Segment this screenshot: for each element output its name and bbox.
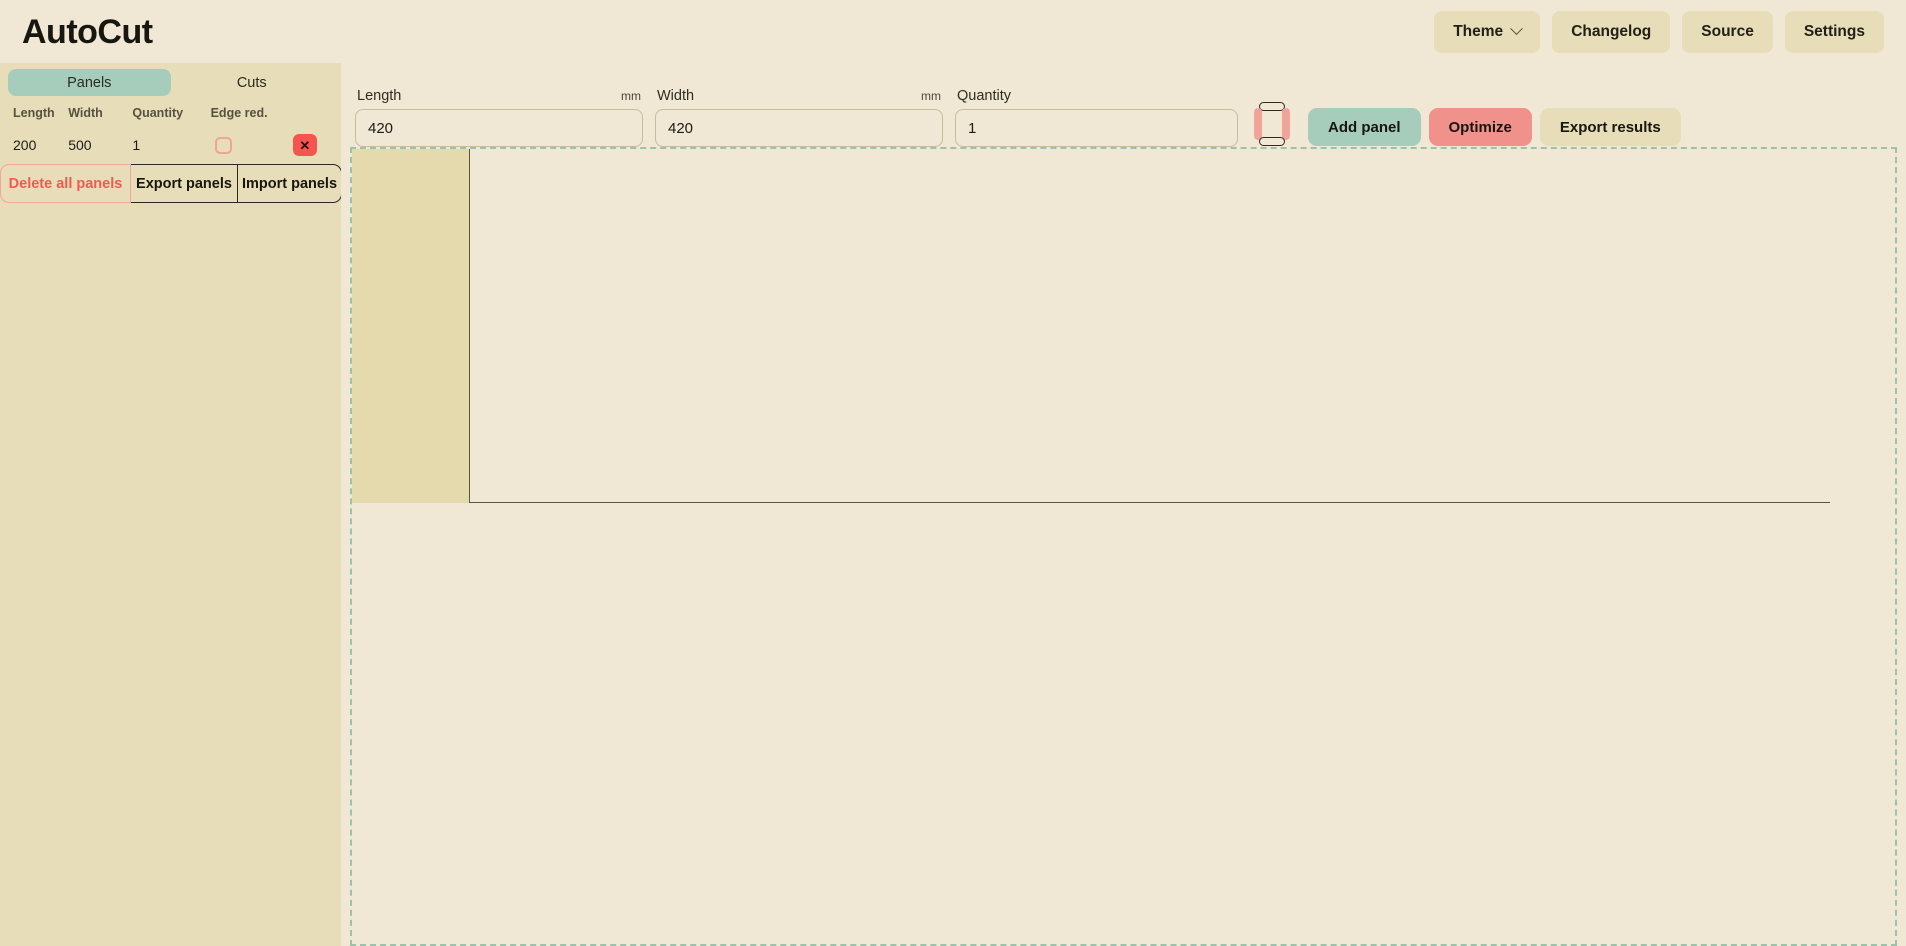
edge-banding-bottom-bar[interactable] (1259, 137, 1285, 146)
export-panels-button[interactable]: Export panels (131, 164, 238, 203)
cell-edge-reduction (211, 126, 283, 164)
table-row: 200 500 1 ✕ (0, 126, 341, 164)
cell-delete: ✕ (283, 126, 341, 164)
cell-length: 200 (13, 137, 37, 153)
chevron-down-icon (1510, 22, 1524, 36)
app-title: AutoCut (22, 12, 153, 51)
panels-table-header-row: Length Width Quantity Edge red. (0, 100, 341, 126)
field-length-label-row: Length mm (355, 88, 643, 109)
header-nav: Theme Changelog Source Settings (1434, 10, 1884, 53)
optimize-button[interactable]: Optimize (1428, 108, 1532, 146)
delete-all-panels-button[interactable]: Delete all panels (0, 164, 131, 203)
app-header: AutoCut Theme Changelog Source Settings (0, 0, 1906, 63)
nav-source-label: Source (1701, 22, 1754, 40)
panels-table-head: Length Width Quantity Edge red. (0, 100, 341, 126)
tab-cuts[interactable]: Cuts (171, 69, 334, 96)
cell-quantity: 1 (132, 137, 141, 153)
sidebar-actions: Delete all panels Export panels Import p… (0, 164, 342, 203)
unit-length: mm (621, 89, 641, 103)
nav-source-button[interactable]: Source (1682, 10, 1773, 53)
label-length: Length (357, 88, 402, 104)
panels-table-body: 200 500 1 ✕ (0, 126, 341, 164)
width-input[interactable] (655, 109, 943, 147)
column-header-edge-reduction: Edge red. (210, 106, 268, 120)
sidebar-tabs: Panels Cuts (0, 63, 341, 100)
edge-banding-top-bar[interactable] (1259, 102, 1285, 111)
label-quantity: Quantity (957, 88, 1011, 104)
nav-changelog-label: Changelog (1571, 22, 1652, 40)
field-length: Length mm (349, 88, 649, 147)
column-header-width: Width (68, 106, 103, 120)
sheet-0 (352, 149, 1830, 503)
edge-banding-left-bar[interactable] (1254, 108, 1262, 140)
sidebar: Panels Cuts Length Width Quantity Edge r… (0, 63, 342, 946)
column-header-quantity: Quantity (132, 106, 184, 120)
body-split: Panels Cuts Length Width Quantity Edge r… (0, 63, 1906, 946)
unit-width: mm (921, 89, 941, 103)
tab-panels[interactable]: Panels (8, 69, 171, 96)
cell-width: 500 (68, 137, 92, 153)
quantity-input[interactable] (955, 109, 1238, 147)
export-results-button[interactable]: Export results (1539, 108, 1681, 146)
import-panels-button[interactable]: Import panels (238, 164, 342, 203)
label-width: Width (657, 88, 695, 104)
panels-table: Length Width Quantity Edge red. 200 500 … (0, 100, 341, 164)
length-input[interactable] (355, 109, 643, 147)
edge-banding-right-bar[interactable] (1282, 108, 1290, 140)
field-width-label-row: Width mm (655, 88, 943, 109)
main-content: Length mm Width mm Quantity (341, 63, 1906, 946)
placed-panel-0[interactable] (352, 149, 470, 503)
delete-panel-button[interactable]: ✕ (292, 134, 317, 156)
field-quantity-label-row: Quantity (955, 88, 1238, 109)
cut-layout-canvas[interactable] (350, 147, 1897, 946)
app-root: AutoCut Theme Changelog Source Settings … (0, 0, 1906, 946)
nav-settings-label: Settings (1803, 22, 1865, 40)
panel-entry-form: Length mm Width mm Quantity (341, 63, 1906, 147)
nav-settings-button[interactable]: Settings (1784, 10, 1884, 53)
field-quantity: Quantity (949, 88, 1244, 147)
edge-reduction-checkbox[interactable] (214, 136, 232, 154)
edge-banding-icon[interactable] (1254, 102, 1290, 146)
field-width: Width mm (649, 88, 949, 147)
column-header-actions (283, 100, 341, 126)
add-panel-button[interactable]: Add panel (1308, 108, 1421, 146)
nav-theme-label: Theme (1453, 22, 1504, 40)
nav-theme-button[interactable]: Theme (1434, 10, 1541, 53)
column-header-length: Length (13, 106, 55, 120)
nav-changelog-button[interactable]: Changelog (1552, 10, 1671, 53)
sidebar-empty-space (0, 203, 341, 946)
